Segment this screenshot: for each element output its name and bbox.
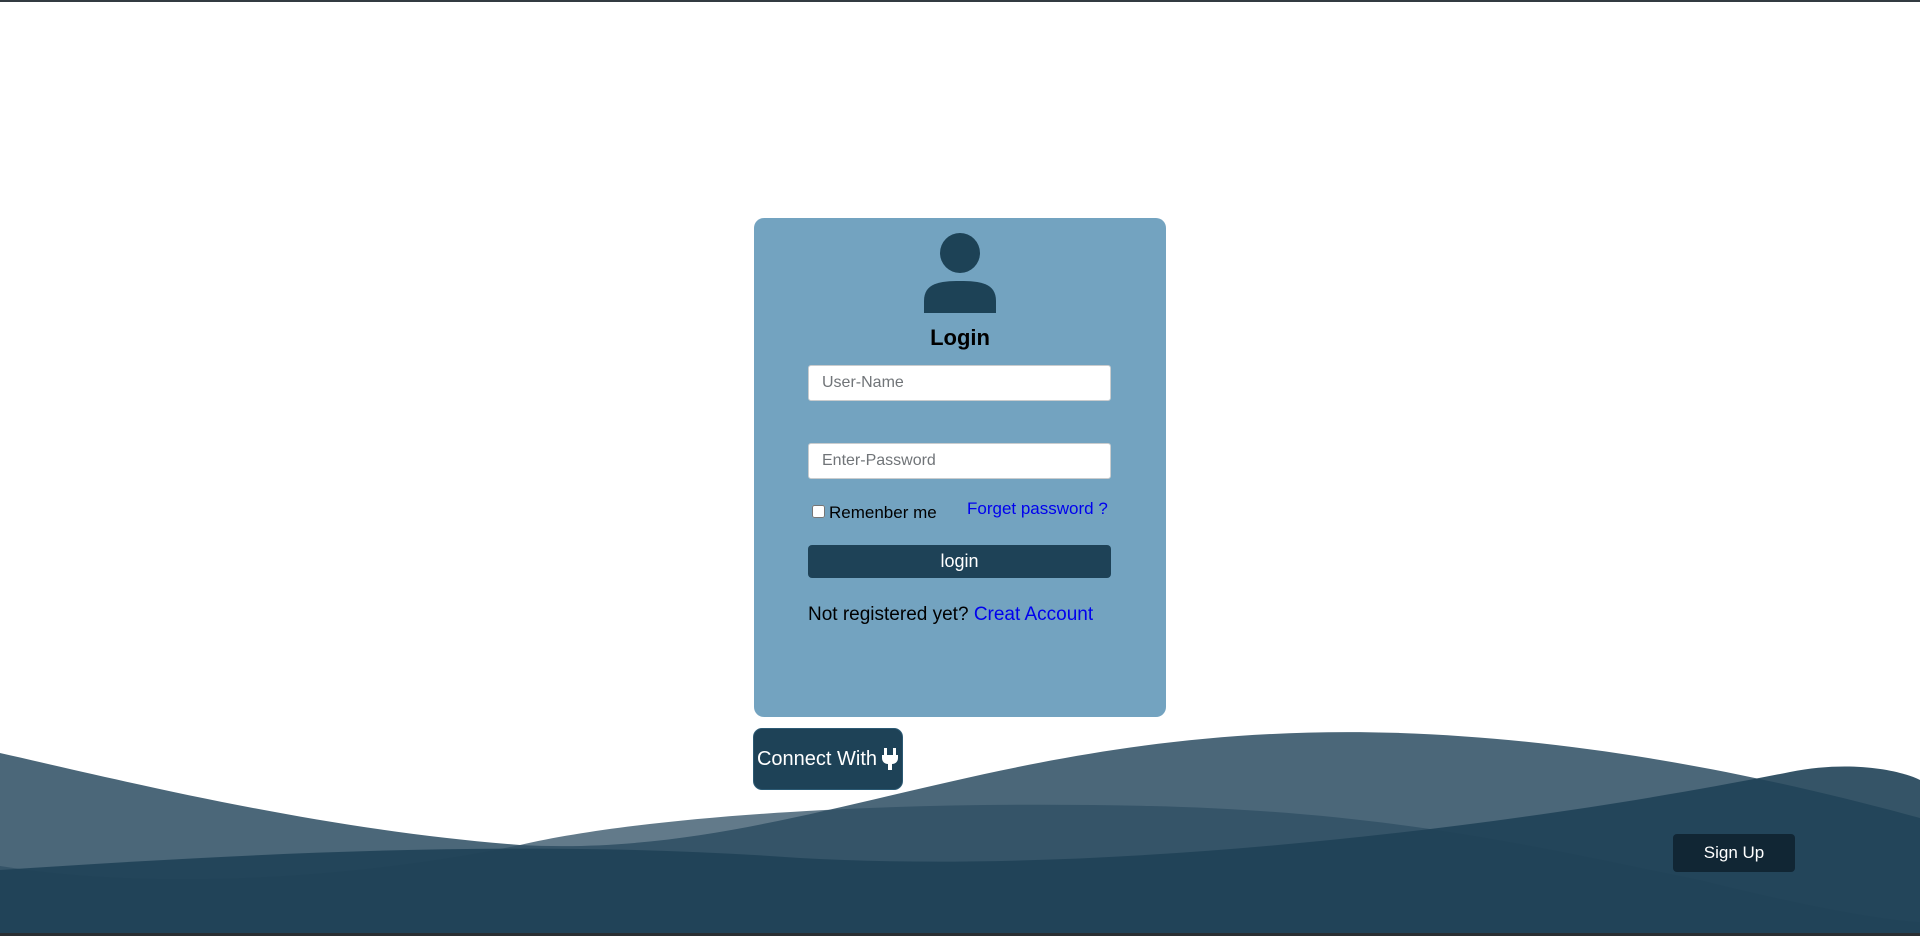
connect-with-label: Connect With xyxy=(756,747,878,770)
login-card: Login Remenber me Forget password ? logi… xyxy=(754,218,1166,717)
remember-me-checkbox[interactable] xyxy=(812,504,825,518)
password-input[interactable] xyxy=(808,443,1111,479)
remember-me-row: Remenber me xyxy=(812,499,937,523)
sign-up-button[interactable]: Sign Up xyxy=(1673,834,1795,872)
remember-me-label: Remenber me xyxy=(829,503,937,522)
login-button[interactable]: login xyxy=(808,545,1111,578)
register-prompt-text: Not registered yet? xyxy=(808,604,969,625)
user-avatar-icon xyxy=(924,233,996,313)
forgot-password-link[interactable]: Forget password ? xyxy=(967,499,1108,519)
username-input[interactable] xyxy=(808,365,1111,401)
login-title: Login xyxy=(930,325,990,350)
register-prompt-row: Not registered yet? Creat Account xyxy=(808,604,1093,626)
create-account-link[interactable]: Creat Account xyxy=(974,604,1093,625)
plug-icon xyxy=(882,748,899,770)
connect-with-button[interactable]: Connect With xyxy=(753,728,903,790)
